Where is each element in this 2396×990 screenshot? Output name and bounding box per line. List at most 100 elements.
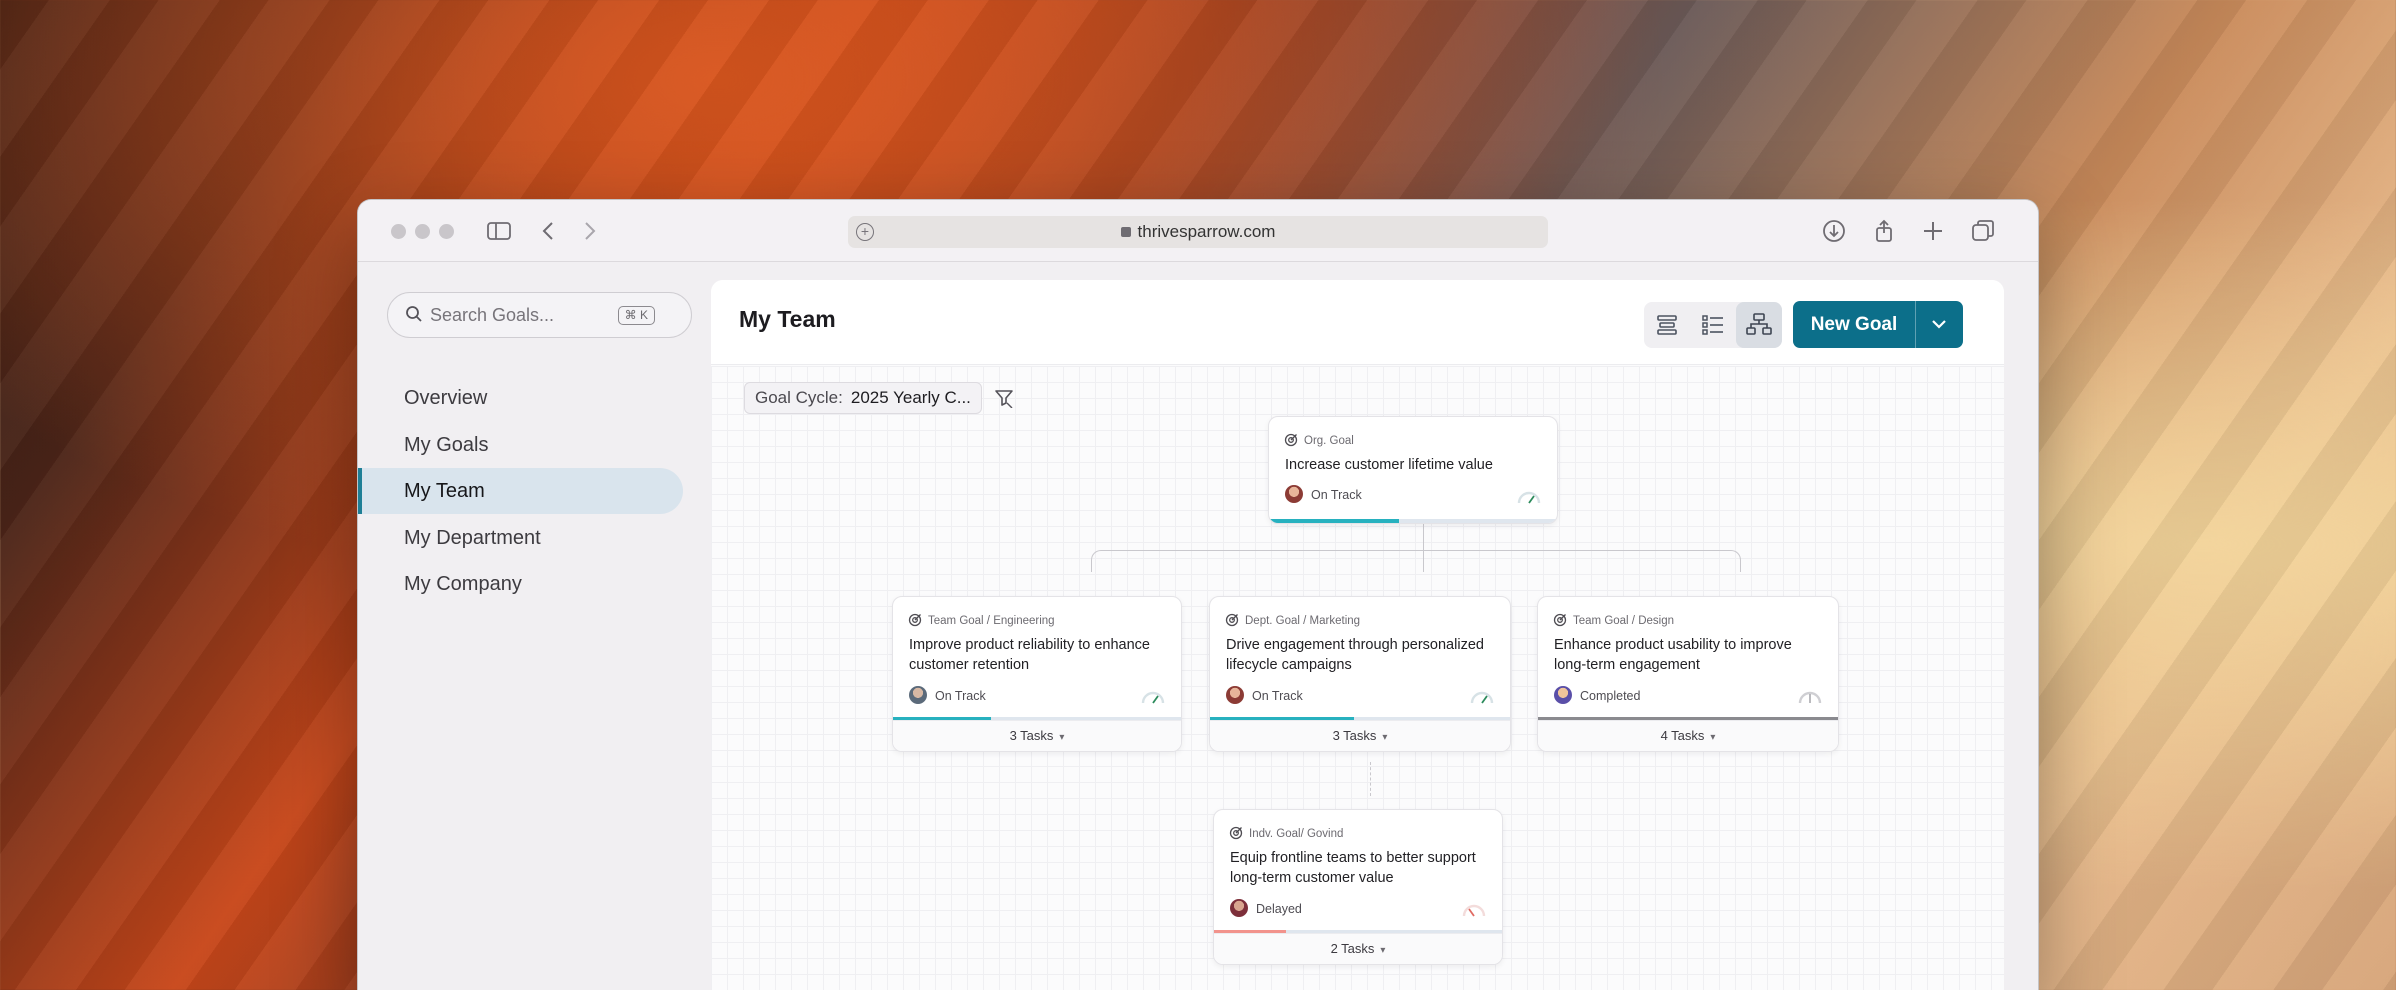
goal-cycle-select[interactable]: Goal Cycle: 2025 Yearly C... (744, 382, 982, 414)
chevron-down-icon: ▾ (1380, 945, 1386, 956)
goal-card-marketing[interactable]: Dept. Goal / Marketing Drive engagement … (1209, 596, 1511, 752)
goal-card-org[interactable]: Org. Goal Increase customer lifetime val… (1268, 416, 1558, 524)
share-icon[interactable] (1870, 218, 1898, 246)
main-panel: My Team New Goal Goal Cycle: 2025 Yearly… (711, 280, 2004, 990)
sidebar-item-my-team[interactable]: My Team (358, 468, 683, 514)
tasks-count: 2 Tasks (1330, 941, 1375, 956)
goal-type: Dept. Goal / Marketing (1225, 613, 1360, 627)
tree-view-icon (1746, 313, 1772, 335)
minimize-window-button[interactable] (415, 224, 430, 239)
search-placeholder: Search Goals... (430, 305, 555, 325)
avatar (1554, 686, 1572, 704)
avatar (1285, 485, 1303, 503)
keyboard-shortcut-badge: ⌘ K (617, 306, 655, 325)
on-track-gauge-icon (1470, 691, 1494, 704)
goal-title: Improve product reliability to enhance c… (909, 637, 1150, 673)
goal-card-design[interactable]: Team Goal / Design Enhance product usabi… (1537, 596, 1839, 752)
delayed-gauge-icon (1462, 904, 1486, 917)
timeline-view-button[interactable] (1644, 302, 1690, 348)
goal-type-label: Team Goal / Design (1573, 615, 1674, 627)
progress-fill (1269, 519, 1399, 523)
goal-card-engineering[interactable]: Team Goal / Engineering Improve product … (892, 596, 1182, 752)
sidebar-item-my-department[interactable]: My Department (358, 515, 683, 561)
tasks-toggle[interactable]: 2 Tasks ▾ (1214, 933, 1502, 964)
target-icon (1229, 826, 1243, 840)
on-track-gauge-icon (1517, 491, 1541, 504)
goal-status: Completed (1554, 686, 1640, 705)
on-track-gauge-icon (1141, 691, 1165, 704)
tasks-toggle[interactable]: 3 Tasks ▾ (893, 720, 1181, 751)
status-text: Delayed (1256, 902, 1302, 916)
new-goal-label: New Goal (1810, 314, 1898, 335)
list-view-button[interactable] (1690, 302, 1736, 348)
status-text: Completed (1580, 689, 1641, 703)
goal-status: On Track (1226, 686, 1303, 705)
goal-title: Equip frontline teams to better support … (1230, 850, 1476, 886)
sidebar-item-overview[interactable]: Overview (358, 375, 683, 421)
chevron-down-icon: ▾ (1382, 732, 1388, 743)
new-goal-dropdown-button[interactable] (1915, 301, 1963, 348)
target-icon (1284, 433, 1298, 447)
status-text: On Track (935, 689, 986, 703)
goal-type: Team Goal / Design (1553, 613, 1674, 627)
goal-cycle-value: 2025 Yearly C... (850, 388, 971, 407)
tasks-toggle[interactable]: 3 Tasks ▾ (1210, 720, 1510, 751)
goal-type-label: Dept. Goal / Marketing (1245, 615, 1361, 627)
search-input[interactable]: Search Goals... ⌘ K (387, 292, 692, 338)
goal-type-label: Indv. Goal/ Govind (1249, 828, 1344, 840)
status-text: On Track (1252, 689, 1303, 703)
goal-type-label: Org. Goal (1304, 435, 1354, 447)
goal-title: Drive engagement through personalized li… (1226, 637, 1484, 673)
goal-title: Enhance product usability to improve lon… (1554, 637, 1792, 673)
avatar (909, 686, 927, 704)
download-icon[interactable] (1820, 218, 1848, 246)
sidebar-toggle-icon[interactable] (485, 218, 513, 246)
address-bar[interactable]: + thrivesparrow.com (848, 216, 1548, 248)
goal-type: Org. Goal (1284, 433, 1354, 447)
target-icon (1553, 613, 1567, 627)
target-icon (908, 613, 922, 627)
timeline-view-icon (1657, 315, 1677, 335)
sidebar-item-my-goals[interactable]: My Goals (358, 422, 683, 468)
goal-cycle-label: Goal Cycle: (755, 388, 843, 407)
url-text: thrivesparrow.com (1137, 222, 1276, 241)
goal-tree-canvas[interactable]: Goal Cycle: 2025 Yearly C... Org. Goal In… (711, 366, 2004, 990)
chevron-down-icon (1932, 320, 1946, 329)
add-tab-icon[interactable] (1919, 218, 1947, 246)
view-mode-toggle (1644, 302, 1782, 348)
browser-window: + thrivesparrow.com Search Goals... ⌘ K … (357, 199, 2039, 990)
app-sidebar: Search Goals... ⌘ K Overview My Goals My… (358, 262, 695, 990)
page-title: My Team (739, 306, 836, 332)
tree-connector (1091, 550, 1741, 572)
tasks-count: 4 Tasks (1660, 728, 1705, 743)
new-goal-button[interactable]: New Goal (1793, 301, 1963, 348)
back-arrow-icon[interactable] (535, 218, 563, 246)
tree-connector (1370, 762, 1371, 796)
tab-overview-icon[interactable] (1969, 218, 1997, 246)
tasks-toggle[interactable]: 4 Tasks ▾ (1538, 720, 1838, 751)
goal-status: On Track (909, 686, 986, 705)
lock-icon (1120, 227, 1131, 237)
list-view-icon (1702, 315, 1723, 335)
close-window-button[interactable] (391, 224, 406, 239)
goal-status: Delayed (1230, 899, 1302, 918)
filter-icon[interactable] (994, 388, 1014, 408)
browser-titlebar: + thrivesparrow.com (358, 200, 2038, 262)
tree-view-button[interactable] (1736, 302, 1782, 348)
tasks-count: 3 Tasks (1009, 728, 1054, 743)
goal-title: Increase customer lifetime value (1285, 457, 1493, 473)
zoom-window-button[interactable] (439, 224, 454, 239)
status-text: On Track (1311, 488, 1362, 502)
progress-bar (1269, 519, 1557, 523)
avatar (1226, 686, 1244, 704)
tasks-count: 3 Tasks (1332, 728, 1377, 743)
new-tab-circle-icon[interactable]: + (856, 223, 874, 241)
goal-card-individual[interactable]: Indv. Goal/ Govind Equip frontline teams… (1213, 809, 1503, 965)
sidebar-item-my-company[interactable]: My Company (358, 561, 683, 607)
completed-gauge-icon (1798, 691, 1822, 704)
chevron-down-icon: ▾ (1059, 732, 1065, 743)
forward-arrow-icon[interactable] (575, 218, 603, 246)
goal-type-label: Team Goal / Engineering (928, 615, 1055, 627)
target-icon (1225, 613, 1239, 627)
goal-type: Indv. Goal/ Govind (1229, 826, 1343, 840)
